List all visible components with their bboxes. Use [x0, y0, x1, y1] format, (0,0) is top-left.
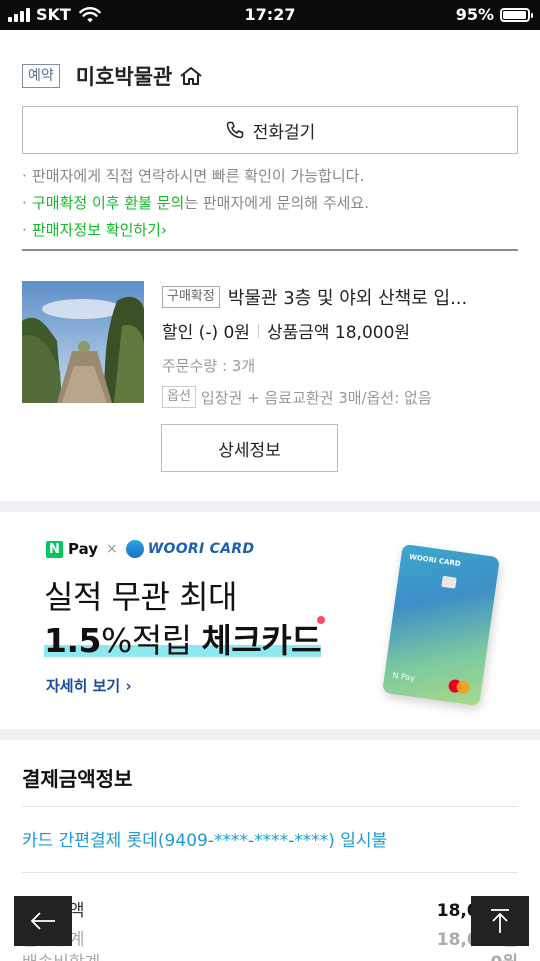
section-gap — [0, 729, 540, 740]
ad-headline-1: 실적 무관 최대 — [44, 578, 237, 616]
payment-info-title: 결제금액정보 — [22, 767, 133, 791]
card-chip-icon — [441, 575, 457, 589]
ad-logos: N Pay × WOORI CARD — [46, 540, 254, 558]
refund-inquiry-highlight: 구매확정 이후 환불 문의 — [32, 194, 185, 212]
card-brand-text: WOORI CARD — [408, 552, 462, 569]
payment-row: 상품금액 18,000원 — [22, 896, 518, 921]
status-bar: SKT 17:27 95% — [0, 0, 540, 30]
seller-info-link[interactable]: · 판매자정보 확인하기› — [22, 217, 369, 244]
option-row: 옵션 입장권 + 음료교환권 3매/옵션: 없음 — [162, 386, 522, 408]
product-title-row: 구매확정 박물관 3층 및 야외 산책로 입... — [162, 284, 522, 310]
back-button[interactable] — [14, 896, 72, 946]
order-quantity: 주문수량 : 3개 — [162, 357, 256, 375]
seller-header: 예약 미호박물관 — [22, 61, 204, 91]
red-dot-icon — [317, 616, 325, 624]
arrow-up-icon — [491, 909, 509, 933]
ad-banner[interactable]: N Pay × WOORI CARD 실적 무관 최대 1.5%적립 체크카드 … — [0, 512, 540, 730]
home-icon[interactable] — [178, 65, 204, 87]
times-symbol: × — [106, 541, 118, 557]
note-line: · 구매확정 이후 환불 문의는 판매자에게 문의해 주세요. — [22, 194, 369, 212]
call-button-label: 전화걸기 — [252, 122, 316, 143]
section-divider — [22, 249, 518, 251]
seller-name[interactable]: 미호박물관 — [76, 61, 173, 91]
option-tag: 옵션 — [162, 386, 196, 408]
ad-more-link[interactable]: 자세히 보기 › — [46, 675, 132, 696]
arrow-left-icon — [30, 912, 55, 930]
check-card-image: WOORI CARD N Pay — [382, 543, 500, 707]
section-gap — [0, 501, 540, 512]
woori-card-label: WOORI CARD — [147, 541, 255, 557]
detail-button[interactable]: 상세정보 — [161, 424, 338, 472]
separator — [257, 323, 259, 338]
product-thumbnail[interactable] — [22, 281, 144, 403]
chevron-right-icon: › — [160, 221, 167, 239]
call-button[interactable]: 전화걸기 — [22, 106, 518, 154]
seller-notes: · 판매자에게 직접 연락하시면 빠른 확인이 가능합니다. · 구매확정 이후 환… — [22, 163, 369, 244]
payment-row: 배송비합계 0원 — [22, 948, 518, 961]
card-npay-text: N Pay — [391, 670, 416, 683]
divider — [22, 872, 518, 873]
chevron-right-icon: › — [125, 677, 132, 695]
purchase-confirmed-tag: 구매확정 — [162, 286, 220, 308]
battery-percent: 95% — [455, 5, 494, 24]
battery-icon — [500, 7, 533, 22]
payment-row: 할인합계 18,000원 — [22, 925, 518, 950]
price-row: 할인 (-) 0원 상품금액 18,000원 — [162, 318, 522, 343]
payment-method: 카드 간편결제 롯데(9409-****-****-****) 일시불 — [22, 831, 388, 851]
woori-logo-icon — [125, 540, 144, 558]
npay-label: Pay — [68, 540, 99, 558]
ad-headline-2: 1.5%적립 체크카드 — [44, 621, 322, 660]
divider — [22, 806, 518, 807]
option-text: 입장권 + 음료교환권 3매/옵션: 없음 — [200, 388, 432, 407]
discount-amount: 할인 (-) 0원 — [162, 323, 250, 343]
product-price: 상품금액 18,000원 — [266, 323, 411, 343]
phone-icon — [226, 121, 243, 139]
note-line: · 판매자에게 직접 연락하시면 빠른 확인이 가능합니다. — [22, 167, 365, 185]
product-title[interactable]: 박물관 3층 및 야외 산책로 입... — [228, 284, 467, 310]
status-right: 95% — [455, 5, 533, 24]
npay-logo-icon: N — [46, 540, 63, 558]
reservation-tag: 예약 — [22, 64, 60, 88]
scroll-top-button[interactable] — [471, 896, 529, 946]
product-info: 구매확정 박물관 3층 및 야외 산책로 입... 할인 (-) 0원 상품금액… — [162, 284, 522, 408]
